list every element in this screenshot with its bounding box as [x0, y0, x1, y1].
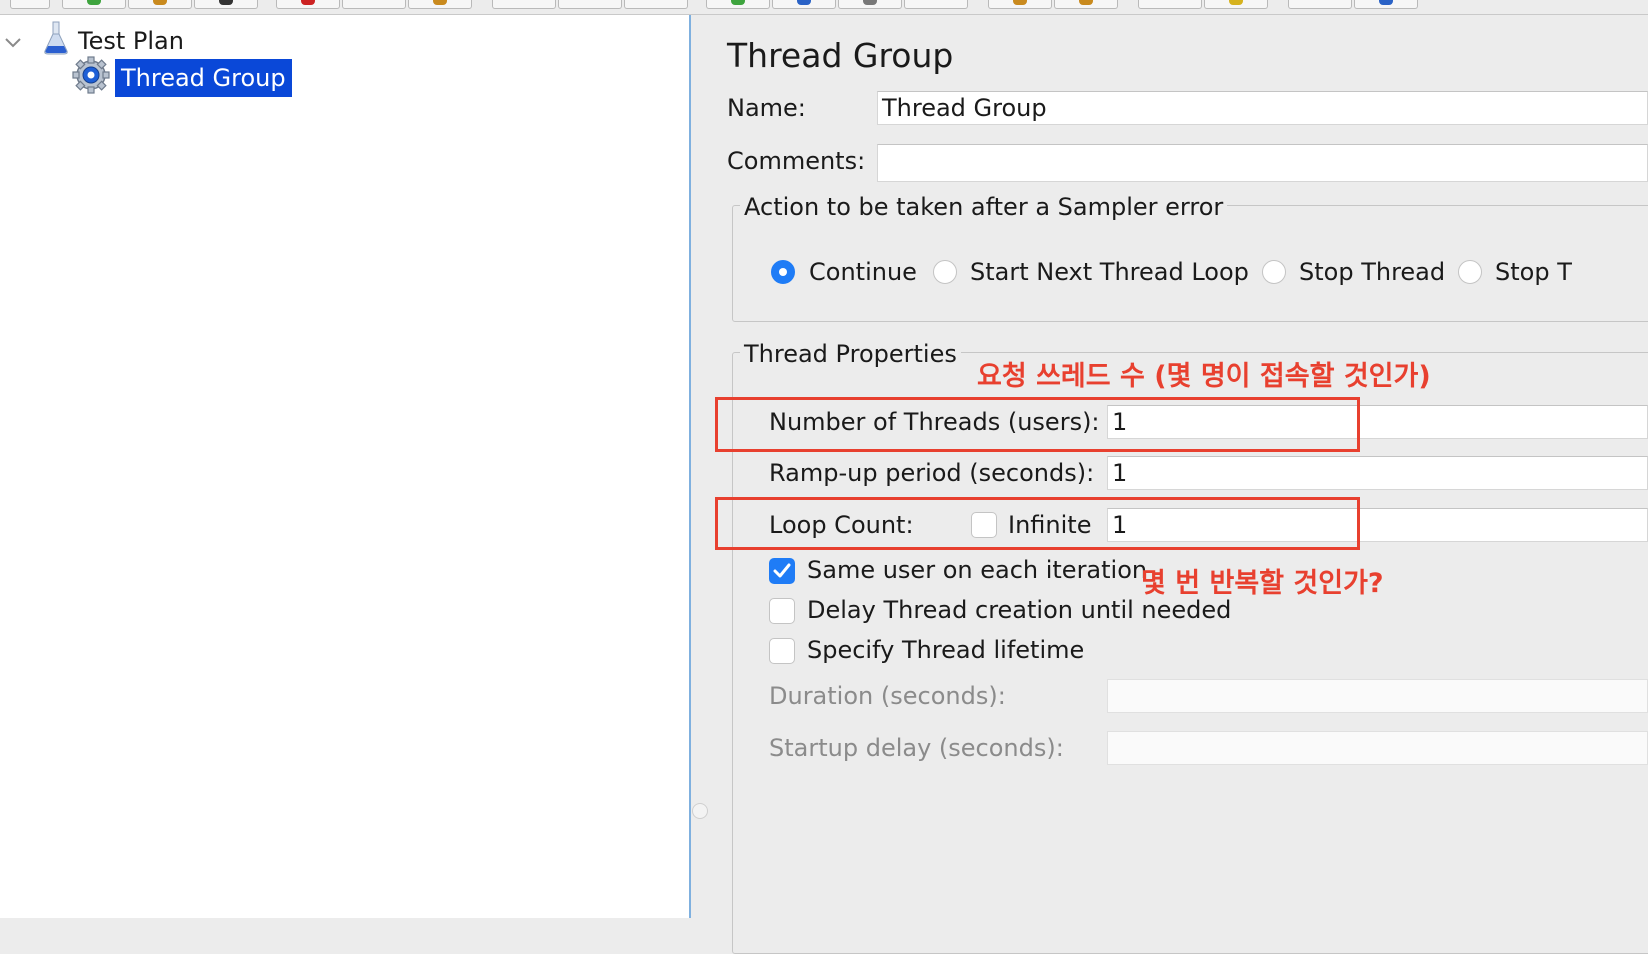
- toolbar-button[interactable]: [492, 0, 556, 9]
- toolbar-button[interactable]: [904, 0, 968, 9]
- threads-annotation: 요청 쓰레드 수 (몇 명이 접속할 것인가): [977, 361, 1431, 392]
- radio-start-next-thread-loop[interactable]: [933, 260, 957, 284]
- delay-creation-label: Delay Thread creation until needed: [807, 596, 1232, 624]
- toolbar-button[interactable]: [1288, 0, 1352, 9]
- toolbar-button[interactable]: [988, 0, 1052, 9]
- page-title: Thread Group: [727, 36, 954, 75]
- tree-item-thread-group[interactable]: Thread Group: [72, 56, 292, 97]
- toolbar-button[interactable]: [276, 0, 340, 9]
- comments-label: Comments:: [727, 147, 866, 175]
- toolbar-button[interactable]: [128, 0, 192, 9]
- tree-item-label: Thread Group: [115, 59, 292, 97]
- same-user-checkbox[interactable]: [769, 558, 795, 584]
- chevron-down-icon[interactable]: [4, 27, 28, 55]
- comments-field[interactable]: [877, 144, 1648, 182]
- toolbar-button[interactable]: [624, 0, 688, 9]
- test-plan-tree: Test Plan Thread Group: [0, 15, 691, 918]
- delay-creation-checkbox[interactable]: [769, 598, 795, 624]
- splitter-handle[interactable]: [692, 803, 708, 819]
- thread-lifetime-label: Specify Thread lifetime: [807, 636, 1085, 664]
- rampup-input[interactable]: 1: [1107, 456, 1648, 490]
- name-label: Name:: [727, 94, 806, 122]
- radio-stop-thread[interactable]: [1262, 260, 1286, 284]
- sampler-error-legend: Action to be taken after a Sampler error: [740, 193, 1228, 221]
- loop-count-annotation: 몇 번 반복할 것인가?: [1141, 568, 1384, 599]
- tree-item-label: Test Plan: [78, 27, 184, 55]
- duration-input[interactable]: [1107, 679, 1648, 713]
- radio-stop-thread-label: Stop Thread: [1299, 258, 1446, 286]
- toolbar-button[interactable]: [408, 0, 472, 9]
- radio-continue[interactable]: [771, 260, 795, 284]
- thread-properties-legend: Thread Properties: [740, 340, 961, 368]
- toolbar-button[interactable]: [558, 0, 622, 9]
- thread-lifetime-checkbox[interactable]: [769, 638, 795, 664]
- loop-count-highlight-box: [715, 497, 1360, 550]
- radio-continue-label: Continue: [809, 258, 917, 286]
- name-field[interactable]: Thread Group: [877, 91, 1648, 125]
- toolbar-button[interactable]: [1054, 0, 1118, 9]
- radio-stop-test-label: Stop T: [1495, 258, 1572, 286]
- toolbar-button[interactable]: [62, 0, 126, 9]
- radio-stop-test[interactable]: [1458, 260, 1482, 284]
- toolbar-button[interactable]: [10, 0, 50, 9]
- toolbar-button[interactable]: [194, 0, 258, 9]
- toolbar-button[interactable]: [1354, 0, 1418, 9]
- toolbar: [0, 0, 1648, 15]
- duration-label: Duration (seconds):: [769, 682, 1006, 710]
- threads-highlight-box: [715, 397, 1360, 452]
- flask-icon: [42, 21, 72, 61]
- radio-start-next-thread-loop-label: Start Next Thread Loop: [970, 258, 1249, 286]
- gear-icon: [72, 56, 112, 100]
- toolbar-button[interactable]: [1204, 0, 1268, 9]
- startup-delay-input[interactable]: [1107, 731, 1648, 765]
- toolbar-button[interactable]: [838, 0, 902, 9]
- rampup-label: Ramp-up period (seconds):: [769, 459, 1095, 487]
- toolbar-button[interactable]: [1138, 0, 1202, 9]
- toolbar-button[interactable]: [342, 0, 406, 9]
- tree-item-test-plan[interactable]: Test Plan: [2, 21, 184, 61]
- startup-delay-label: Startup delay (seconds):: [769, 734, 1064, 762]
- checkmark-icon: [773, 563, 791, 578]
- toolbar-button[interactable]: [772, 0, 836, 9]
- toolbar-button[interactable]: [706, 0, 770, 9]
- same-user-label: Same user on each iteration: [807, 556, 1148, 584]
